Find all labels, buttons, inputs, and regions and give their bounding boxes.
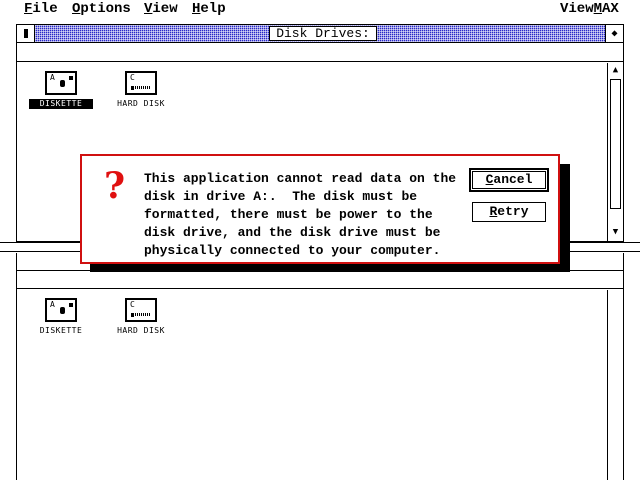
window-title: Disk Drives: bbox=[269, 26, 377, 41]
drive-label: DISKETTE bbox=[39, 326, 83, 335]
system-menu-button[interactable] bbox=[17, 25, 35, 42]
menu-bar: File Options View Help ViewMAX bbox=[0, 0, 640, 18]
hard-disk-icon: C bbox=[125, 298, 157, 322]
diskette-icon: A bbox=[45, 71, 77, 95]
bottom-path-strip bbox=[17, 272, 623, 289]
drive-letter: A bbox=[50, 300, 55, 309]
title-bar[interactable]: Disk Drives: ◆ bbox=[17, 25, 623, 43]
cancel-label: ancel bbox=[493, 172, 533, 187]
drive-letter: A bbox=[50, 73, 55, 82]
drive-letter: C bbox=[130, 300, 135, 309]
app-name-hotkey: M bbox=[593, 1, 603, 17]
retry-label: etry bbox=[497, 204, 529, 219]
dialog-message: This application cannot read data on the… bbox=[144, 171, 457, 258]
menu-options[interactable]: Options bbox=[72, 0, 131, 18]
menu-options-label: ptions bbox=[80, 1, 131, 17]
app-name-prefix: View bbox=[560, 1, 594, 17]
drive-label: DISKETTE bbox=[29, 99, 93, 109]
hard-disk-icon: C bbox=[125, 71, 157, 95]
app-name-rest: AX bbox=[602, 1, 619, 17]
drive-c-hard-disk-bottom[interactable]: C HARD DISK bbox=[101, 298, 181, 344]
maximize-icon[interactable]: ◆ bbox=[605, 25, 623, 42]
drive-c-hard-disk[interactable]: C HARD DISK bbox=[101, 71, 181, 117]
drive-letter: C bbox=[130, 73, 135, 82]
menu-file[interactable]: File bbox=[24, 0, 58, 18]
vertical-scrollbar-bottom[interactable] bbox=[607, 290, 623, 480]
cancel-button[interactable]: Cancel bbox=[469, 168, 549, 192]
app-name[interactable]: ViewMAX bbox=[560, 0, 619, 18]
drive-label: HARD DISK bbox=[117, 326, 165, 335]
question-icon: ? bbox=[104, 165, 126, 207]
scroll-thumb[interactable] bbox=[610, 79, 621, 209]
path-strip bbox=[17, 44, 623, 62]
diskette-icon: A bbox=[45, 298, 77, 322]
drive-a-diskette-bottom[interactable]: A DISKETTE bbox=[21, 298, 101, 344]
menu-view[interactable]: View bbox=[144, 0, 178, 18]
drive-label: HARD DISK bbox=[117, 99, 165, 108]
bottom-drive-window: A DISKETTE C HARD DISK bbox=[16, 253, 624, 480]
drive-a-diskette[interactable]: A DISKETTE bbox=[21, 71, 101, 117]
retry-button[interactable]: Retry bbox=[472, 202, 546, 222]
vertical-scrollbar-top[interactable]: ▲ ▼ bbox=[607, 63, 623, 241]
scroll-up-icon[interactable]: ▲ bbox=[608, 63, 623, 77]
bottom-drive-area: A DISKETTE C HARD DISK bbox=[17, 290, 623, 480]
scroll-down-icon[interactable]: ▼ bbox=[608, 225, 623, 239]
menu-help-label: elp bbox=[200, 1, 226, 17]
menu-help[interactable]: Help bbox=[192, 0, 226, 18]
disk-error-dialog: ? This application cannot read data on t… bbox=[80, 154, 560, 264]
menu-file-label: ile bbox=[32, 1, 58, 17]
menu-view-label: iew bbox=[152, 1, 178, 17]
